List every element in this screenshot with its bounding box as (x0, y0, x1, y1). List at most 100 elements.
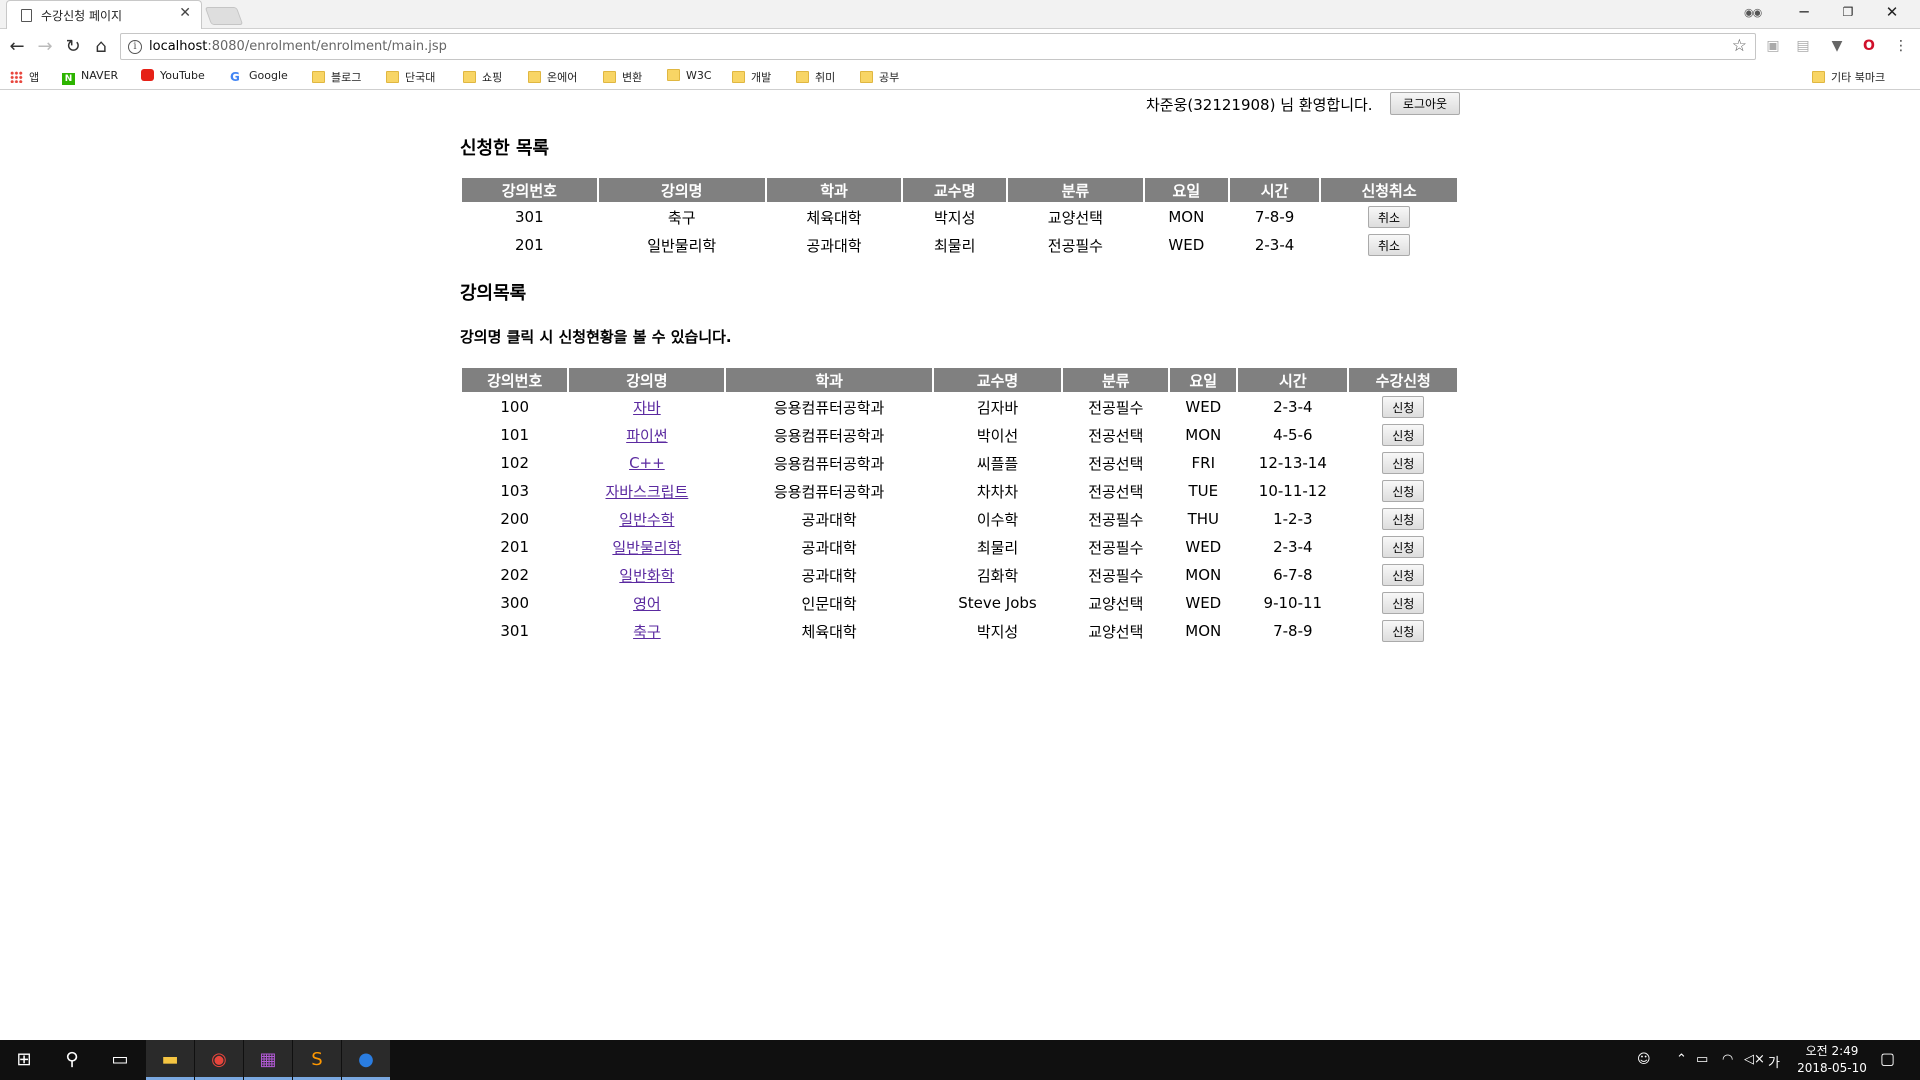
course-name-link[interactable]: 일반수학 (619, 511, 674, 529)
clock-time: 오전 2:49 (1805, 1044, 1859, 1058)
course-name-link[interactable]: 영어 (633, 595, 661, 613)
course-name-link[interactable]: C++ (629, 454, 665, 472)
forward-button[interactable]: → (34, 36, 56, 58)
bookmark-folder-onair[interactable]: 온에어 (528, 69, 577, 86)
cell-day: MON (1185, 426, 1222, 444)
clock-date: 2018-05-10 (1797, 1061, 1867, 1075)
bookmark-naver[interactable]: N NAVER (62, 69, 118, 86)
new-tab-button[interactable] (204, 7, 244, 25)
task-view-icon[interactable]: ▭ (96, 1040, 144, 1080)
bookmark-folder-dev[interactable]: 개발 (732, 69, 771, 86)
profile-icon[interactable]: ◉◉ (1744, 6, 1766, 20)
restore-button[interactable]: ❐ (1828, 5, 1868, 19)
course-name-link[interactable]: 파이썬 (626, 427, 667, 445)
table-row: 200 일반수학 공과대학 이수학 전공필수 THU 1-2-3 신청 (462, 506, 1457, 532)
bookmark-folder-convert[interactable]: 변환 (603, 69, 642, 86)
course-header-row: 강의번호 강의명 학과 교수명 분류 요일 시간 수강신청 (462, 368, 1457, 392)
bookmark-folder-study[interactable]: 공부 (860, 69, 899, 86)
enroll-button[interactable]: 신청 (1382, 424, 1425, 446)
cell-action: 취소 (1321, 232, 1457, 258)
enroll-button[interactable]: 신청 (1382, 592, 1425, 614)
volume-icon[interactable]: ◁× (1744, 1052, 1765, 1067)
close-window-button[interactable]: ✕ (1872, 3, 1912, 21)
course-name-link[interactable]: 일반물리학 (612, 539, 681, 557)
logout-button[interactable]: 로그아웃 (1390, 92, 1460, 115)
course-name-link[interactable]: 자바 (633, 399, 661, 417)
cell-dept: 공과대학 (801, 566, 857, 585)
ime-indicator[interactable]: 가 (1768, 1052, 1780, 1071)
clock[interactable]: 오전 2:49 2018-05-10 (1786, 1043, 1878, 1077)
chrome-icon[interactable]: ◉ (195, 1040, 243, 1080)
cell-id: 202 (500, 566, 529, 584)
back-button[interactable]: ← (6, 36, 28, 58)
tab-close-icon[interactable]: ✕ (179, 5, 191, 21)
column-header: 학과 (766, 178, 902, 202)
enroll-button[interactable]: 신청 (1382, 620, 1425, 642)
filter-extension-icon[interactable]: ▼ (1828, 37, 1846, 55)
opera-extension-icon[interactable]: O (1860, 37, 1878, 55)
folder-icon (463, 71, 476, 83)
cell-name: 일반수학 (569, 506, 724, 532)
people-icon[interactable]: ☺ (1637, 1052, 1651, 1067)
cell-day: WED (1168, 236, 1205, 254)
enroll-button[interactable]: 신청 (1382, 508, 1425, 530)
cell-time: 4-5-6 (1273, 426, 1313, 444)
bookmark-folder-w3c[interactable]: W3C (667, 69, 712, 86)
cell-type: 교양선택 (1088, 622, 1144, 641)
translate-extension-icon[interactable]: ▤ (1794, 37, 1812, 55)
enroll-button[interactable]: 신청 (1382, 536, 1425, 558)
column-header: 강의번호 (462, 368, 568, 392)
cell-day: WED (1185, 398, 1222, 416)
course-name-link[interactable]: 축구 (633, 623, 661, 641)
cell-name: 자바 (569, 394, 724, 420)
search-icon[interactable]: ⚲ (48, 1040, 96, 1080)
reload-button[interactable]: ↻ (62, 36, 84, 58)
notification-icon[interactable]: ▢ (1880, 1049, 1895, 1068)
cancel-button[interactable]: 취소 (1368, 206, 1411, 228)
show-hidden-icons[interactable]: ⌃ (1676, 1052, 1687, 1067)
file-explorer-icon[interactable]: ▬ (146, 1040, 194, 1080)
camera-extension-icon[interactable]: ▣ (1764, 37, 1782, 55)
course-name-link[interactable]: 일반화학 (619, 567, 674, 585)
folder-icon (860, 71, 873, 83)
cell-action: 신청 (1349, 478, 1457, 504)
cell-day: MON (1185, 566, 1222, 584)
cell-type: 전공필수 (1088, 510, 1144, 529)
sublime-text-icon[interactable]: S (293, 1040, 341, 1080)
bookmark-folder-shopping[interactable]: 쇼핑 (463, 69, 502, 86)
enroll-button[interactable]: 신청 (1382, 480, 1425, 502)
url-text[interactable]: localhost:8080/enrolment/enrolment/main.… (149, 39, 447, 54)
bookmark-apps[interactable]: 앱 (10, 69, 39, 86)
cell-type: 전공필수 (1088, 398, 1144, 417)
info-icon[interactable]: i (128, 40, 142, 54)
bookmark-google[interactable]: G Google (230, 69, 288, 86)
minimize-button[interactable]: ─ (1784, 3, 1824, 21)
bookmark-folder-blog[interactable]: 블로그 (312, 69, 361, 86)
address-bar[interactable]: i localhost:8080/enrolment/enrolment/mai… (120, 33, 1756, 60)
windows-start-icon[interactable]: ⊞ (0, 1040, 48, 1080)
table-row: 102 C++ 응용컴퓨터공학과 씨플플 전공선택 FRI 12-13-14 신청 (462, 450, 1457, 476)
course-table: 강의번호 강의명 학과 교수명 분류 요일 시간 수강신청 100 자바 응용컴퓨터… (460, 366, 1459, 646)
cell-id: 301 (500, 622, 529, 640)
browser-tab[interactable]: 수강신청 페이지 ✕ (6, 0, 202, 29)
eclipse-icon[interactable]: ▦ (244, 1040, 292, 1080)
battery-icon[interactable]: ▭ (1696, 1052, 1708, 1067)
bookmark-youtube[interactable]: YouTube (141, 69, 205, 86)
applied-table: 강의번호 강의명 학과 교수명 분류 요일 시간 신청취소 301 축구 체육대학 박… (460, 176, 1459, 260)
course-name-link[interactable]: 자바스크립트 (605, 483, 688, 501)
cancel-button[interactable]: 취소 (1368, 234, 1411, 256)
home-button[interactable]: ⌂ (90, 36, 112, 58)
bookmark-star-icon[interactable]: ☆ (1732, 36, 1747, 56)
wifi-icon[interactable]: ◠ (1722, 1052, 1733, 1067)
menu-icon[interactable]: ⋮ (1892, 37, 1910, 55)
enroll-button[interactable]: 신청 (1382, 396, 1425, 418)
bookmark-other[interactable]: 기타 북마크 (1812, 69, 1885, 86)
enroll-button[interactable]: 신청 (1382, 564, 1425, 586)
maps-icon[interactable]: ● (342, 1040, 390, 1080)
bookmark-folder-dankook[interactable]: 단국대 (386, 69, 435, 86)
enroll-button[interactable]: 신청 (1382, 452, 1425, 474)
cell-prof: 박지성 (933, 208, 976, 227)
bookmark-folder-hobby[interactable]: 취미 (796, 69, 835, 86)
cell-action: 신청 (1349, 422, 1457, 448)
column-header: 교수명 (903, 178, 1007, 202)
